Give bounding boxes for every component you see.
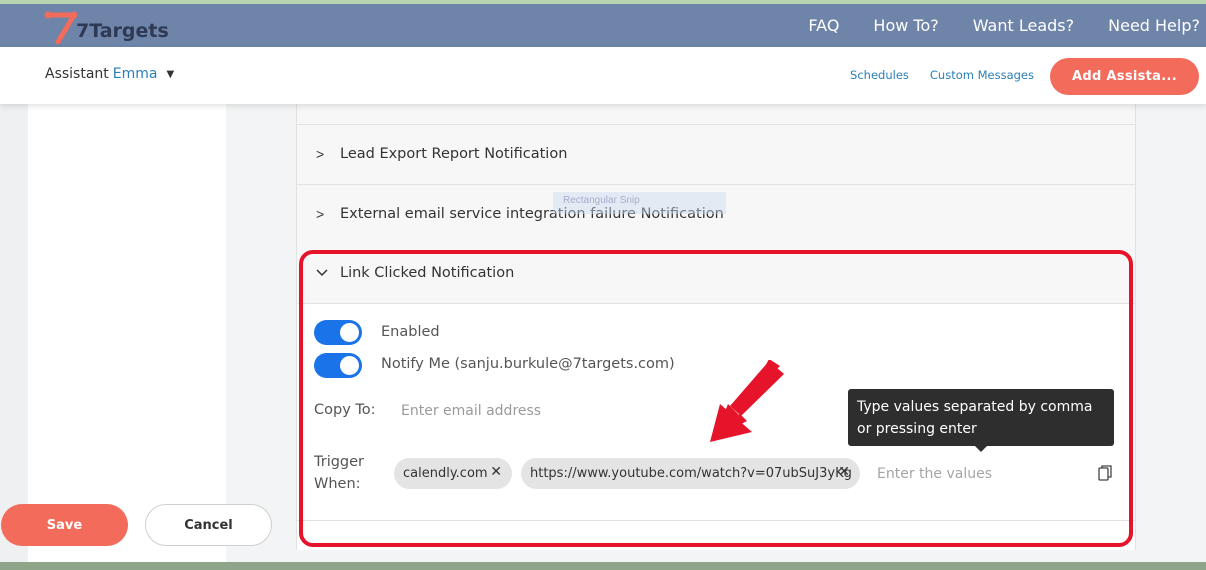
chip-label: calendly.com [403, 466, 488, 481]
caret-down-icon: ▼ [166, 68, 175, 80]
custom-messages-link[interactable]: Custom Messages [930, 68, 1034, 82]
red-arrow-annotation [710, 360, 784, 442]
logo-mark-icon [44, 11, 78, 44]
divider [297, 520, 1135, 521]
accordion-item-title: Lead Export Report Notification [340, 146, 568, 162]
trigger-value-chip: calendly.com ✕ [394, 458, 512, 489]
cancel-button[interactable]: Cancel [145, 504, 272, 546]
trigger-value-chip: https://www.youtube.com/watch?v=07ubSuJ3… [521, 458, 860, 489]
nav-faq[interactable]: FAQ [808, 16, 839, 35]
chevron-down-icon [316, 269, 328, 277]
assistant-selector[interactable]: Assistant Emma ▼ [45, 66, 174, 82]
accordion-item-link-clicked[interactable]: Link Clicked Notification [297, 244, 1135, 304]
copy-to-label: Copy To: [314, 402, 376, 418]
trigger-values-input[interactable] [877, 463, 1077, 485]
close-icon[interactable]: ✕ [838, 464, 850, 480]
notify-me-toggle[interactable] [314, 353, 362, 378]
brand-name: 7Targets [76, 20, 169, 42]
trigger-when-label-line1: Trigger [314, 454, 365, 470]
add-assistant-button[interactable]: Add Assista... [1050, 58, 1199, 95]
accordion-previous-item[interactable] [297, 104, 1135, 125]
assistant-header: Assistant Emma ▼ Schedules Custom Messag… [0, 47, 1206, 104]
nav-how-to[interactable]: How To? [873, 16, 938, 35]
accordion-item-title: Link Clicked Notification [340, 265, 515, 281]
accordion-item-lead-export[interactable]: > Lead Export Report Notification [297, 125, 1135, 185]
enabled-label: Enabled [381, 324, 440, 340]
snip-overlay-ghost: Rectangular Snip [553, 192, 726, 214]
notify-me-label: Notify Me (sanju.burkule@7targets.com) [381, 356, 675, 372]
bottom-strip [0, 562, 1206, 570]
assistant-links: Schedules Custom Messages [850, 68, 1034, 82]
nav-want-leads[interactable]: Want Leads? [973, 16, 1074, 35]
chevron-right-icon: > [316, 206, 325, 222]
copy-icon[interactable] [1098, 465, 1112, 481]
brand-logo[interactable]: 7Targets [44, 10, 169, 44]
close-icon[interactable]: ✕ [490, 464, 502, 480]
nav-need-help[interactable]: Need Help? [1108, 16, 1200, 35]
top-navigation-bar: 7Targets FAQ How To? Want Leads? Need He… [0, 0, 1206, 47]
left-panel [28, 104, 226, 570]
assistant-prefix: Assistant [45, 66, 109, 82]
schedules-link[interactable]: Schedules [850, 68, 909, 82]
assistant-name: Emma [112, 66, 158, 82]
save-button[interactable]: Save [1, 504, 128, 546]
chip-label: https://www.youtube.com/watch?v=07ubSuJ3… [530, 466, 852, 481]
trigger-when-label-line2: When: [314, 476, 361, 492]
chevron-right-icon: > [316, 146, 325, 162]
trigger-values-tooltip: Type values separated by comma or pressi… [848, 389, 1114, 452]
top-nav: FAQ How To? Want Leads? Need Help? [808, 16, 1200, 35]
enabled-toggle[interactable] [314, 320, 362, 345]
